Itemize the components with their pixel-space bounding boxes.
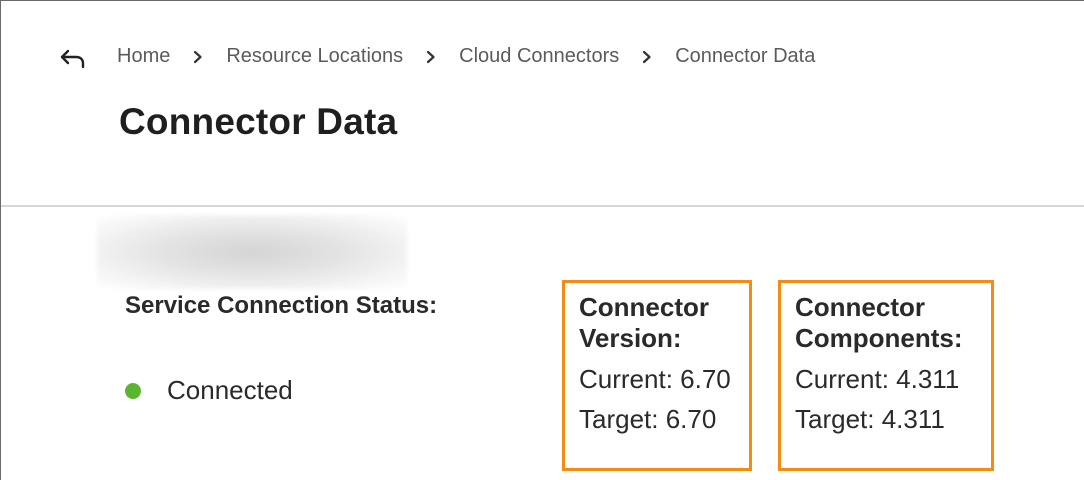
page-header: Home Resource Locations Cloud Connectors… <box>1 1 1084 207</box>
service-connection-status-label: Service Connection Status: <box>125 292 438 319</box>
back-arrow-icon <box>60 49 85 69</box>
connector-components-box: Connector Components: Current: 4.311 Tar… <box>778 280 994 471</box>
breadcrumb-resource-locations[interactable]: Resource Locations <box>226 45 403 68</box>
connector-components-current: Current: 4.311 <box>795 364 960 394</box>
chevron-right-icon <box>639 49 655 65</box>
connector-version-title-line2: Version: <box>579 323 682 353</box>
breadcrumb-connector-data: Connector Data <box>675 45 816 67</box>
connector-data-page: Home Resource Locations Cloud Connectors… <box>0 0 1084 480</box>
status-dot-icon <box>125 382 141 399</box>
connector-version-title: Connector Version: <box>579 292 737 354</box>
back-button[interactable] <box>59 45 87 73</box>
connector-version-target: Target: 6.70 <box>579 404 717 434</box>
connector-version-box: Connector Version: Current: 6.70 Target:… <box>562 280 752 471</box>
connector-components-target: Target: 4.311 <box>795 404 945 434</box>
connector-components-title: Connector Components: <box>795 292 979 354</box>
breadcrumb-cloud-connectors[interactable]: Cloud Connectors <box>459 45 619 68</box>
connector-version-current: Current: 6.70 <box>579 364 731 394</box>
connector-components-title-line2: Components: <box>795 323 963 353</box>
page-title: Connector Data <box>119 101 398 142</box>
chevron-right-icon <box>190 49 206 65</box>
breadcrumb: Home Resource Locations Cloud Connectors… <box>117 45 815 68</box>
connector-version-title-line1: Connector <box>579 292 709 322</box>
connector-components-title-line1: Connector <box>795 292 925 322</box>
status-value: Connected <box>167 375 293 405</box>
chevron-right-icon <box>423 49 439 65</box>
breadcrumb-home[interactable]: Home <box>117 45 170 68</box>
service-connection-status: Connected <box>125 375 293 406</box>
redacted-connector-name <box>97 215 407 289</box>
